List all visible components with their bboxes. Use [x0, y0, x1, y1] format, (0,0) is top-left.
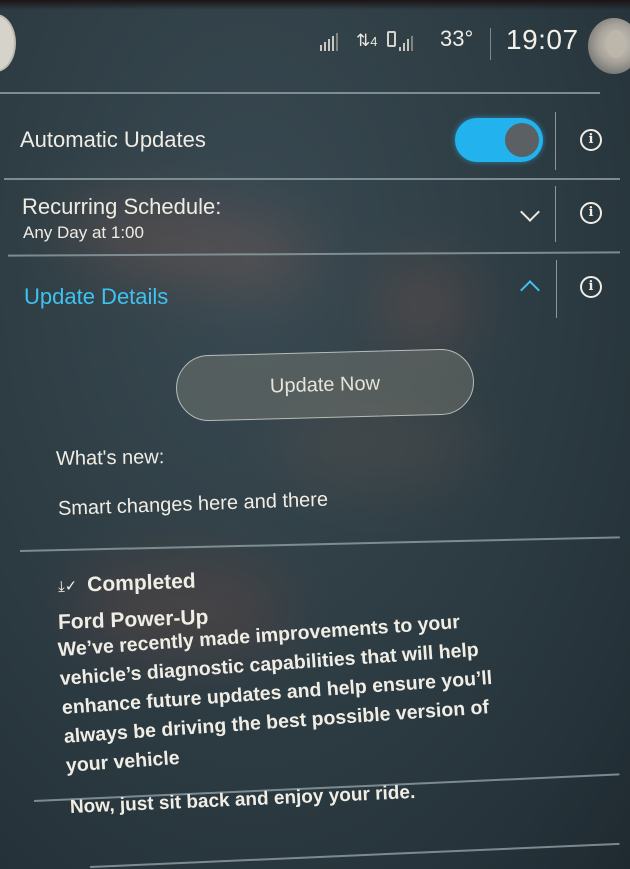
- completed-status: ⤓✓ Completed: [58, 570, 196, 599]
- download-complete-icon: ⤓✓: [57, 577, 78, 596]
- back-button[interactable]: [0, 14, 16, 72]
- completed-label: Completed: [86, 569, 197, 597]
- status-bar: ⇅4 33° 19:07: [0, 0, 630, 92]
- whats-new-heading: What's new:: [55, 446, 165, 470]
- row-separator: [555, 112, 556, 170]
- closing-text: Now, just sit back and enjoy your ride.: [69, 781, 416, 818]
- background-reflection: [380, 260, 470, 350]
- recurring-schedule-label: Recurring Schedule:: [22, 194, 222, 219]
- temperature: 33°: [440, 26, 474, 51]
- chevron-up-icon[interactable]: [520, 280, 540, 300]
- phone-signal-icon: [387, 30, 415, 53]
- toggle-knob: [505, 123, 539, 157]
- update-now-label: Update Now: [269, 372, 381, 397]
- automatic-updates-label: Automatic Updates: [20, 127, 206, 152]
- divider: [4, 178, 620, 180]
- divider: [0, 92, 600, 94]
- info-icon[interactable]: i: [580, 276, 602, 298]
- divider: [19, 536, 620, 552]
- user-avatar[interactable]: [588, 18, 630, 74]
- signal-bars-icon: [318, 31, 340, 53]
- update-details-label: Update Details: [24, 284, 169, 309]
- status-icons: ⇅4: [318, 30, 415, 53]
- info-icon[interactable]: i: [580, 202, 602, 224]
- divider: [89, 842, 620, 868]
- row-separator: [556, 260, 557, 318]
- status-divider: [490, 28, 491, 60]
- chevron-down-icon[interactable]: [520, 202, 540, 222]
- data-transfer-label: 4: [370, 34, 378, 49]
- whats-new-text: Smart changes here and there: [57, 488, 329, 520]
- row-separator: [555, 186, 556, 242]
- automatic-updates-toggle[interactable]: [455, 118, 543, 162]
- info-icon[interactable]: i: [580, 129, 602, 151]
- divider: [7, 251, 621, 257]
- recurring-schedule-value: Any Day at 1:00: [23, 223, 144, 242]
- clock: 19:07: [506, 24, 579, 55]
- update-now-button[interactable]: Update Now: [175, 348, 475, 422]
- data-transfer-icon: ⇅4: [356, 31, 378, 50]
